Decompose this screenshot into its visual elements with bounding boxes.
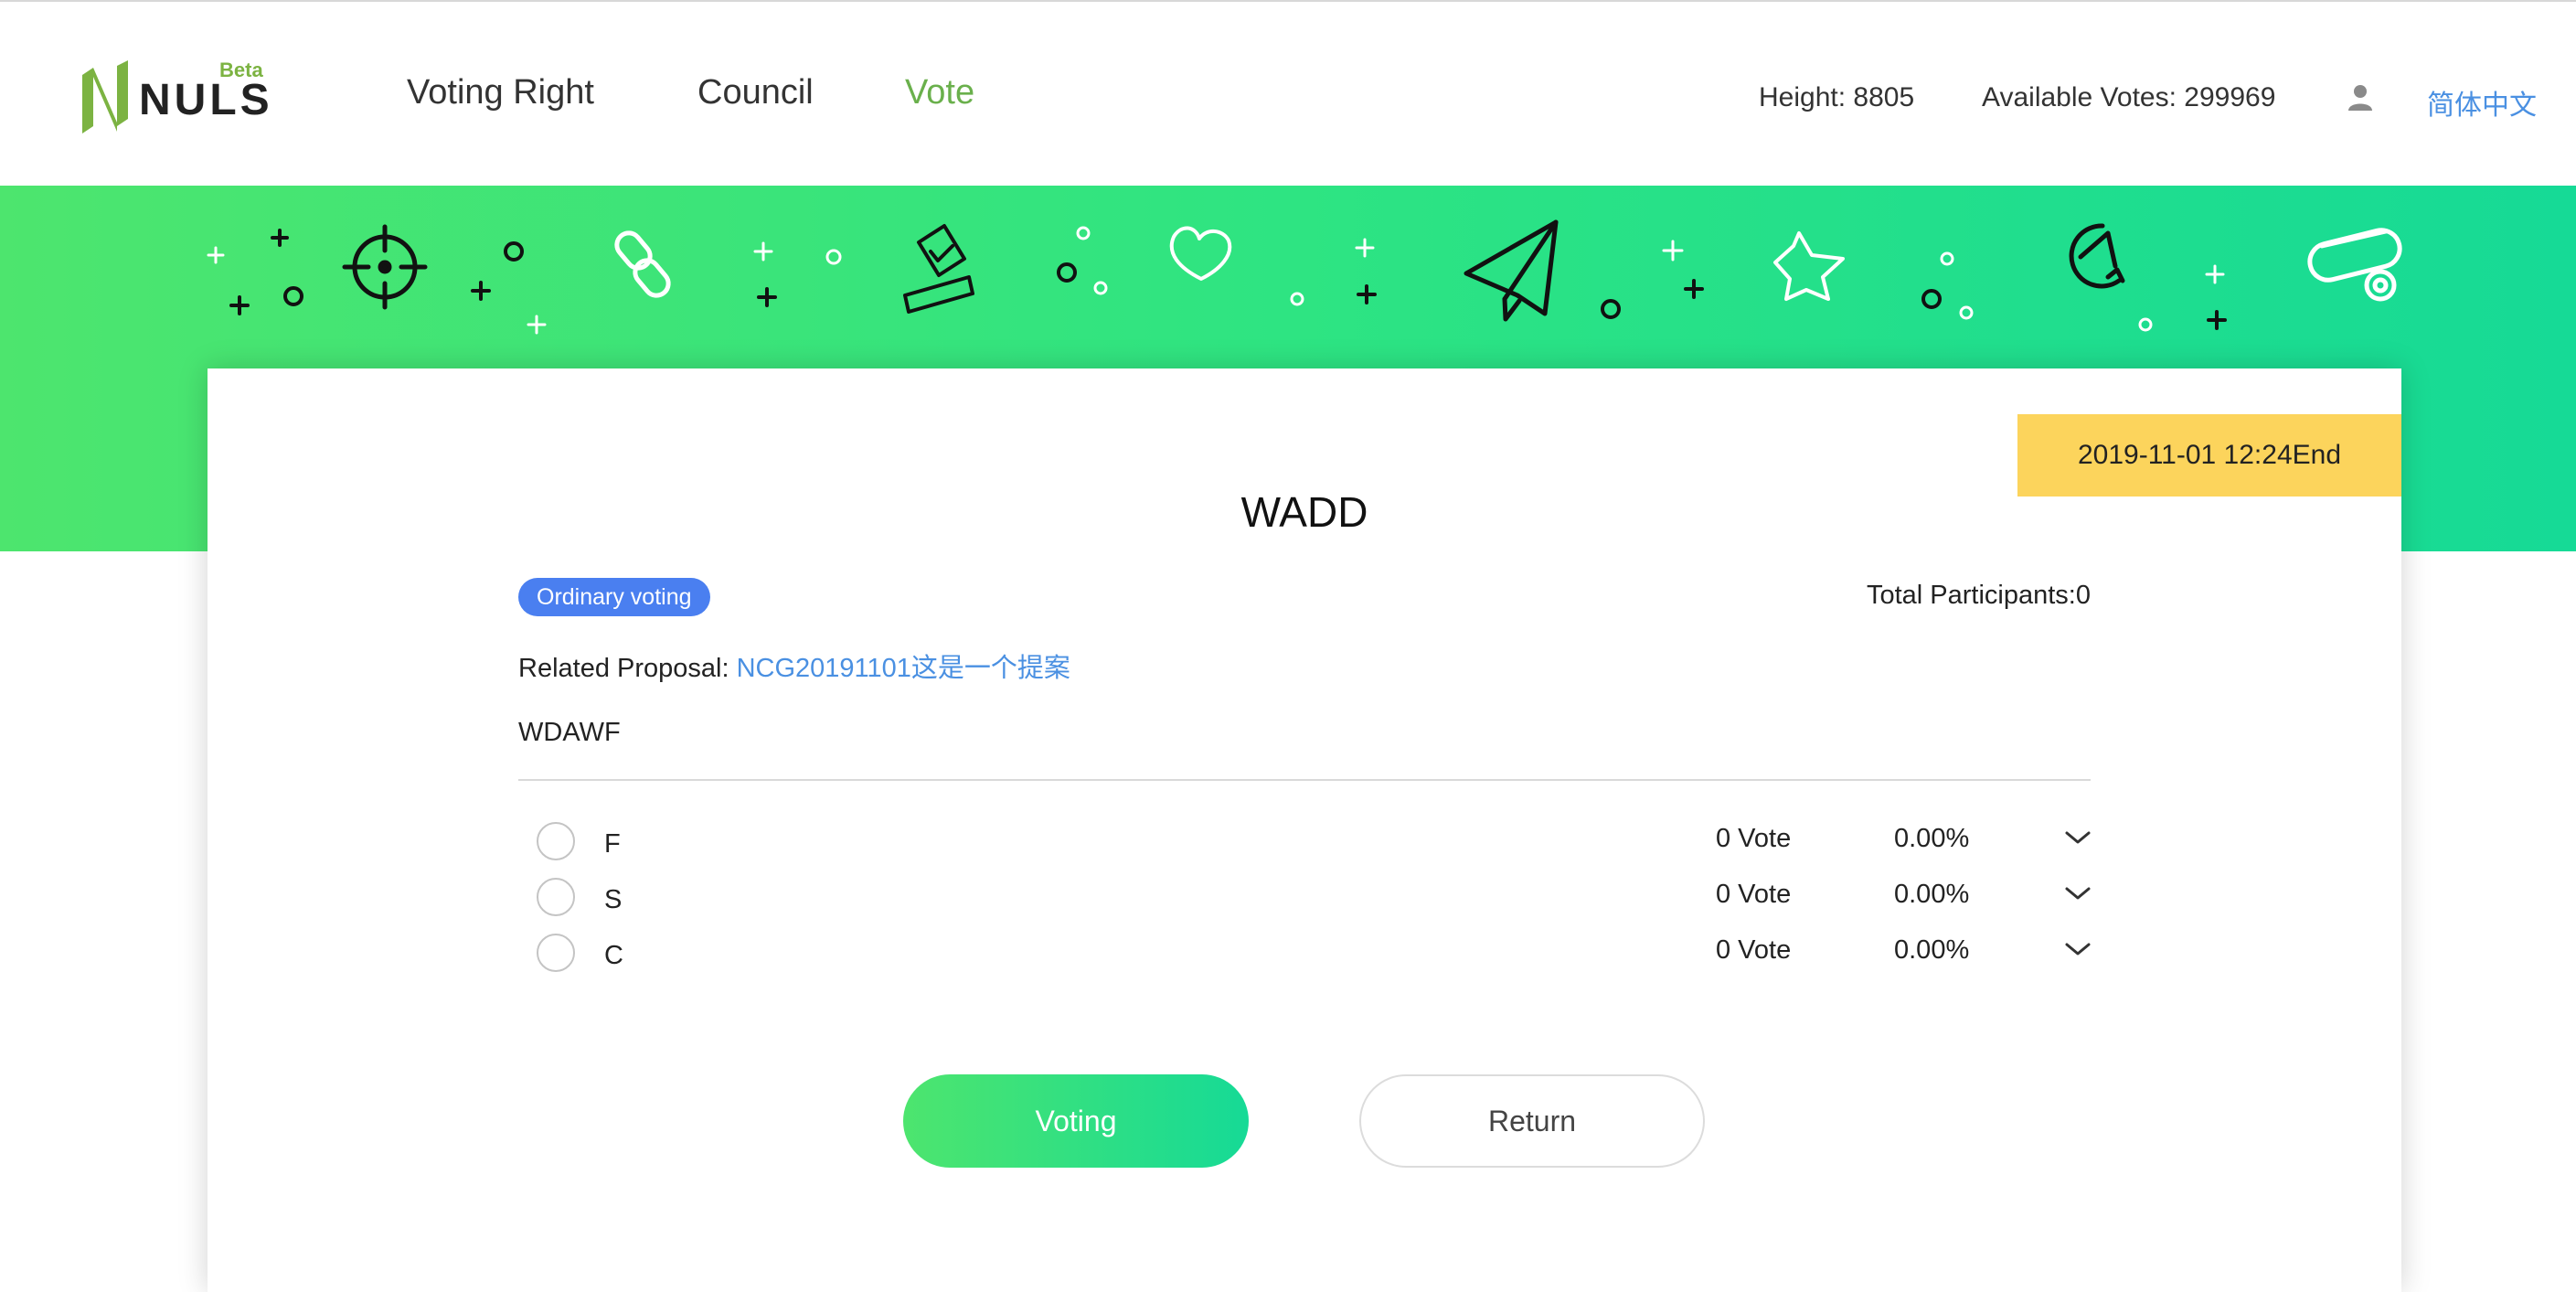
divider [518, 779, 2091, 781]
heart-icon [1169, 226, 1232, 281]
option-percent: 0.00% [1894, 935, 1970, 965]
return-button[interactable]: Return [1359, 1074, 1705, 1168]
nav-voting-right[interactable]: Voting Right [407, 73, 594, 112]
nuls-logo[interactable]: NULS Beta [77, 59, 278, 141]
beta-badge: Beta [219, 59, 263, 81]
option-votes: 0 Vote [1716, 880, 1792, 909]
proposal-title: WADD [1240, 488, 1368, 536]
star-icon [1773, 231, 1845, 301]
end-time-badge: 2019-11-01 12:24End [2017, 414, 2401, 497]
option-radio[interactable] [537, 822, 575, 860]
proposal-description: WDAWF [518, 718, 621, 747]
option-label: S [604, 885, 623, 914]
language-switch[interactable]: 简体中文 [2427, 82, 2537, 123]
option-percent: 0.00% [1894, 880, 1970, 909]
target-icon [342, 224, 428, 310]
banner-decorations [207, 219, 2402, 335]
proposal-card: 2019-11-01 12:24End WADD Ordinary voting… [208, 368, 2401, 1292]
nuls-logo-mark-icon [82, 60, 128, 133]
nav-vote[interactable]: Vote [905, 73, 974, 112]
logo-text: NULS [139, 76, 273, 124]
option-percent: 0.00% [1894, 824, 1970, 853]
vote-option[interactable]: C 0 Vote 0.00% [518, 928, 2091, 979]
pie-chart-icon [2069, 223, 2125, 289]
available-votes: Available Votes: 299969 [1982, 82, 2276, 112]
option-votes: 0 Vote [1716, 935, 1792, 965]
ballot-icon [903, 224, 974, 314]
voting-button[interactable]: Voting [903, 1074, 1249, 1168]
option-radio[interactable] [537, 934, 575, 972]
chevron-down-icon[interactable] [2063, 824, 2092, 853]
top-header: NULS Beta Voting Right Council Vote Heig… [0, 2, 2576, 185]
nav-council[interactable]: Council [697, 73, 814, 112]
vote-option[interactable]: F 0 Vote 0.00% [518, 817, 2091, 868]
user-icon[interactable] [2346, 82, 2375, 112]
paper-plane-icon [1464, 219, 1559, 322]
voting-type-badge: Ordinary voting [518, 578, 710, 616]
related-proposal-link[interactable]: NCG20191101这是一个提案 [737, 654, 1070, 683]
option-votes: 0 Vote [1716, 824, 1792, 853]
block-height: Height: 8805 [1759, 82, 1915, 112]
related-proposal: Related Proposal: NCG20191101这是一个提案 [518, 646, 1070, 685]
chevron-down-icon[interactable] [2063, 935, 2092, 965]
chevron-down-icon[interactable] [2063, 880, 2092, 909]
vote-option[interactable]: S 0 Vote 0.00% [518, 872, 2091, 924]
total-participants: Total Participants:0 [1866, 581, 2091, 610]
option-radio[interactable] [537, 878, 575, 916]
link-icon [614, 230, 671, 298]
option-label: F [604, 829, 621, 859]
eraser-icon [2307, 228, 2402, 302]
option-label: C [604, 941, 623, 970]
related-proposal-label: Related Proposal: [518, 654, 737, 683]
